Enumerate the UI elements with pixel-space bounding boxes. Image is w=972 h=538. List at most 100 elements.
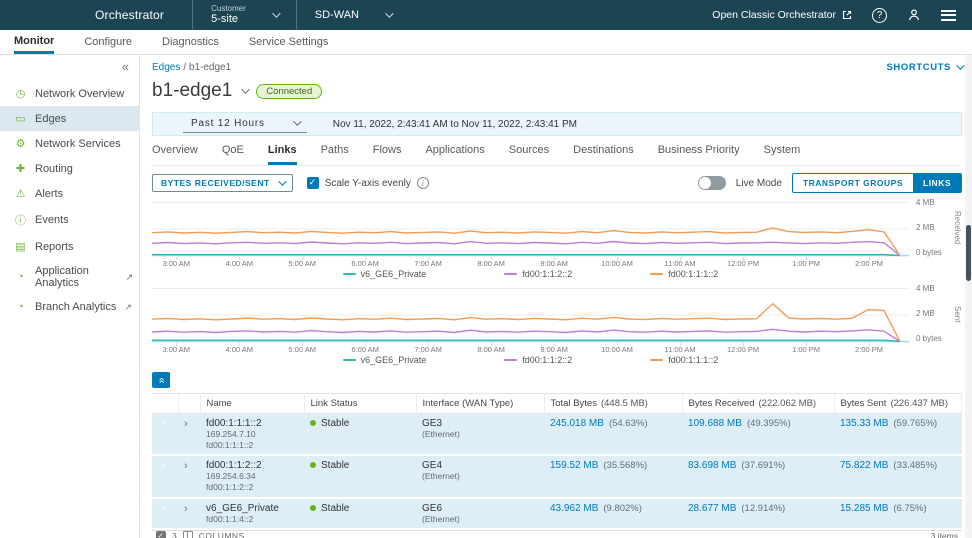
y-tick-label: 4 MB [916,285,949,293]
tab-sources[interactable]: Sources [509,144,549,165]
sidebar-item-label: Edges [35,113,66,125]
bytes-sent-value[interactable]: 135.33 MB [840,418,888,429]
bytes-received-value[interactable]: 109.688 MB [688,418,742,429]
legend-swatch [343,359,356,362]
chevron-down-icon [385,9,393,17]
sidebar-item-alerts[interactable]: ⚠ Alerts [0,181,139,206]
links-table-section: Name Link Status Interface (WAN Type) To… [152,393,962,538]
tab-overview[interactable]: Overview [152,144,198,165]
bytes-sent-value[interactable]: 75.822 MB [840,460,888,471]
shortcuts-button[interactable]: SHORTCUTS [886,62,962,73]
bytes-received-pct: (37.691%) [741,460,785,471]
col-bytes-sent[interactable]: Bytes Sent(226.437 MB) [834,394,962,414]
chart-legend[interactable]: v6_GE6_Private fd00:1:1:2::2 fd00:1:1:1::2 [152,354,909,366]
row-expand-icon[interactable]: › [184,460,188,472]
help-icon[interactable]: ? [872,8,887,23]
table-row[interactable]: › fd00:1:1:1::2 169.254.7.10 fd00:1:1:1:… [152,414,962,456]
selected-rows-icon[interactable] [156,531,166,538]
columns-icon[interactable] [183,531,193,538]
info-icon[interactable]: i [417,177,429,189]
chevron-down-icon [272,9,280,17]
sidebar-item-application-analytics[interactable]: ◔ Application Analytics ↗ [0,259,139,295]
bytes-received-value[interactable]: 28.677 MB [688,503,736,514]
bytes-received-value[interactable]: 83.698 MB [688,460,736,471]
sidebar-collapse-icon[interactable]: « [122,59,129,74]
edge-selector-chevron-icon[interactable] [241,85,249,93]
breadcrumb-edges-link[interactable]: Edges [152,62,180,73]
sidebar-item-branch-analytics[interactable]: ◔ Branch Analytics ↗ [0,295,139,319]
tab-flows[interactable]: Flows [373,144,402,165]
customer-selector[interactable]: Customer 5-site [193,0,296,30]
scrollbar-thumb[interactable] [966,225,971,281]
sent-chart-plot[interactable] [152,285,909,343]
vertical-scrollbar[interactable] [965,55,972,538]
sidebar-item-network-services[interactable]: ⚙ Network Services [0,131,139,156]
customer-value: 5-site [211,13,246,25]
legend-item[interactable]: fd00:1:1:2::2 [504,269,572,279]
tab-system[interactable]: System [764,144,801,165]
tab-qoe[interactable]: QoE [222,144,244,165]
select-all-header[interactable] [152,394,178,414]
legend-item[interactable]: v6_GE6_Private [343,269,427,279]
legend-item[interactable]: fd00:1:1:2::2 [504,355,572,365]
sidebar-item-routing[interactable]: ✚ Routing [0,156,139,181]
tab-paths[interactable]: Paths [321,144,349,165]
row-expand-icon[interactable]: › [184,418,188,430]
link-name: fd00:1:1:1::2 [206,418,298,429]
legend-item[interactable]: fd00:1:1:1::2 [650,269,718,279]
gauge-icon: ◷ [14,87,27,100]
tab-destinations[interactable]: Destinations [573,144,634,165]
service-selector[interactable]: SD-WAN [297,0,409,30]
link-name: v6_GE6_Private [206,503,298,514]
sidebar-item-edges[interactable]: ▭ Edges [0,106,139,131]
row-expand-icon[interactable]: › [184,503,188,515]
legend-item[interactable]: fd00:1:1:1::2 [650,355,718,365]
col-link-status[interactable]: Link Status [304,394,416,414]
tab-business-priority[interactable]: Business Priority [658,144,740,165]
total-bytes-value[interactable]: 43.962 MB [550,503,598,514]
links-button[interactable]: LINKS [913,174,961,192]
nav-tab-service-settings[interactable]: Service Settings [249,30,328,54]
col-bytes-received[interactable]: Bytes Received(222.062 MB) [682,394,834,414]
col-sum: (448.5 MB) [601,398,648,409]
sidebar-item-label: Network Overview [35,88,124,100]
tab-applications[interactable]: Applications [425,144,484,165]
service-value: SD-WAN [315,9,359,21]
tab-links[interactable]: Links [268,144,297,165]
nav-tab-configure[interactable]: Configure [84,30,132,54]
sidebar-item-reports[interactable]: ▤ Reports [0,234,139,259]
status-dot [310,462,316,468]
nav-tab-monitor[interactable]: Monitor [14,30,54,54]
bytes-sent-value[interactable]: 15.285 MB [840,503,888,514]
total-bytes-value[interactable]: 245.018 MB [550,418,604,429]
scale-y-axis-checkbox[interactable] [307,177,319,189]
col-total-bytes[interactable]: Total Bytes (448.5 MB) [544,394,682,414]
received-chart-plot[interactable] [152,199,909,257]
user-icon[interactable] [907,8,921,22]
live-mode-toggle[interactable] [698,176,726,190]
columns-label[interactable]: COLUMNS [199,531,245,538]
col-interface[interactable]: Interface (WAN Type) [416,394,544,414]
x-tick-label: 10:00 AM [601,259,633,268]
sidebar-item-network-overview[interactable]: ◷ Network Overview [0,81,139,106]
wan-type: (Ethernet) [422,514,538,525]
table-row[interactable]: › fd00:1:1:2::2 169.254.6.34 fd00:1:1:2:… [152,455,962,497]
metric-selector-button[interactable]: BYTES RECEIVED/SENT [152,174,293,192]
time-range-dropdown[interactable]: Past 12 Hours [183,116,307,133]
collapse-charts-button[interactable]: « [152,372,170,388]
table-row[interactable]: › v6_GE6_Private fd00:1:1:4::2 Stable GE… [152,498,962,530]
x-tick-label: 12:00 PM [727,259,759,268]
chart-legend[interactable]: v6_GE6_Private fd00:1:1:2::2 fd00:1:1:1::2 [152,268,909,280]
nav-tab-diagnostics[interactable]: Diagnostics [162,30,219,54]
open-classic-orchestrator-link[interactable]: Open Classic Orchestrator [712,9,852,21]
menu-icon[interactable] [941,10,956,21]
x-tick-label: 2:00 PM [855,259,883,268]
col-name[interactable]: Name [200,394,304,414]
sidebar-item-events[interactable]: ⓘ Events [0,206,139,234]
total-bytes-value[interactable]: 159.52 MB [550,460,598,471]
legend-item[interactable]: v6_GE6_Private [343,355,427,365]
col-label: Total Bytes [551,398,597,409]
sidebar-item-label: Network Services [35,138,121,150]
transport-groups-button[interactable]: TRANSPORT GROUPS [793,174,913,192]
wan-type: (Ethernet) [422,471,538,482]
